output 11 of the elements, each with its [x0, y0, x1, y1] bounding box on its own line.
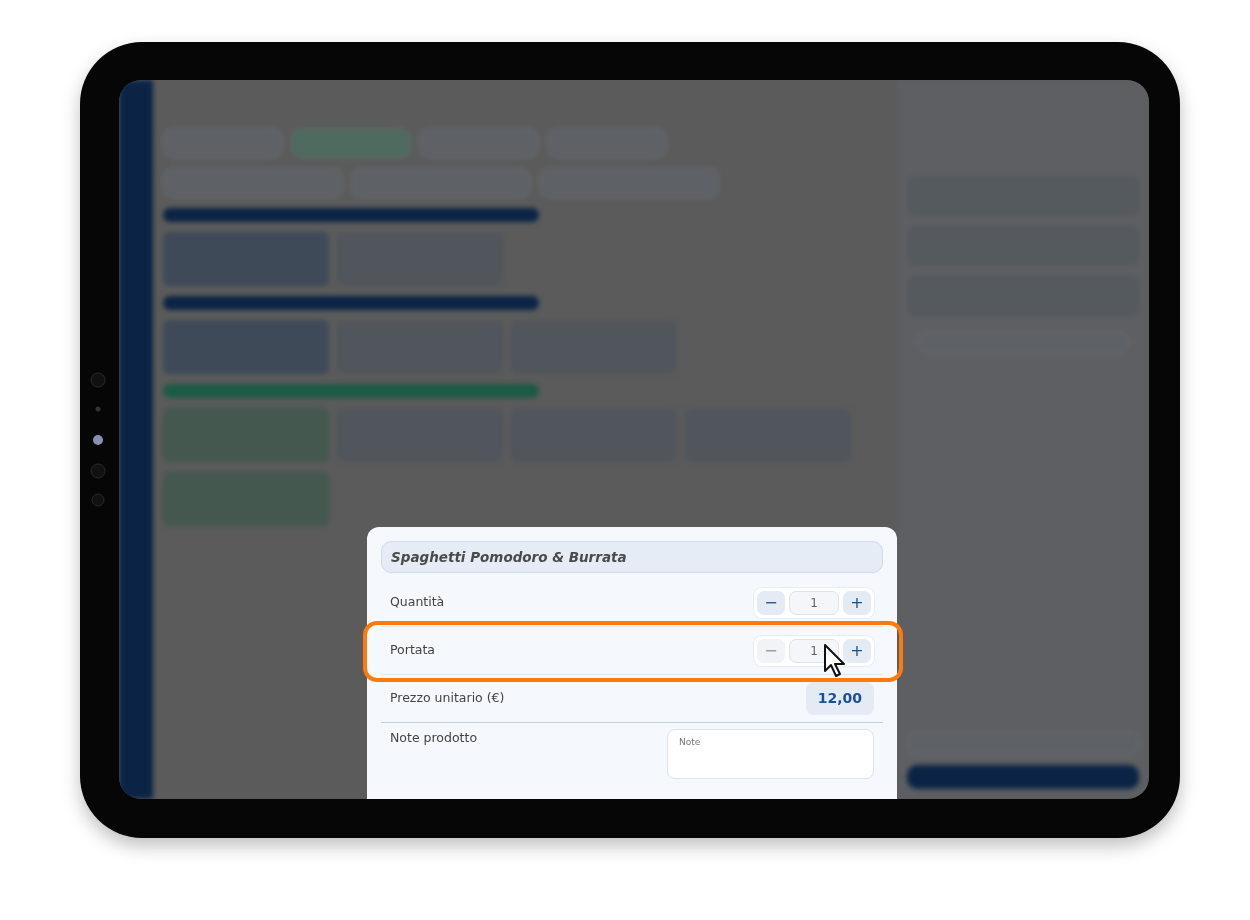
increment-button[interactable]: +	[843, 638, 871, 663]
decrement-button[interactable]: −	[757, 590, 785, 615]
field-label: Prezzo unitario (€)	[390, 689, 505, 708]
value-field[interactable]: 1	[789, 590, 839, 615]
field-label: Note prodotto	[390, 729, 478, 747]
note-field[interactable]: Note	[667, 729, 874, 779]
dialog-title: Spaghetti Pomodoro & Burrata	[381, 541, 883, 573]
field-label: Quantità	[390, 593, 445, 612]
field-label: Portata	[390, 641, 435, 660]
increment-button[interactable]: +	[843, 590, 871, 615]
price-value: 12,00	[805, 682, 874, 715]
